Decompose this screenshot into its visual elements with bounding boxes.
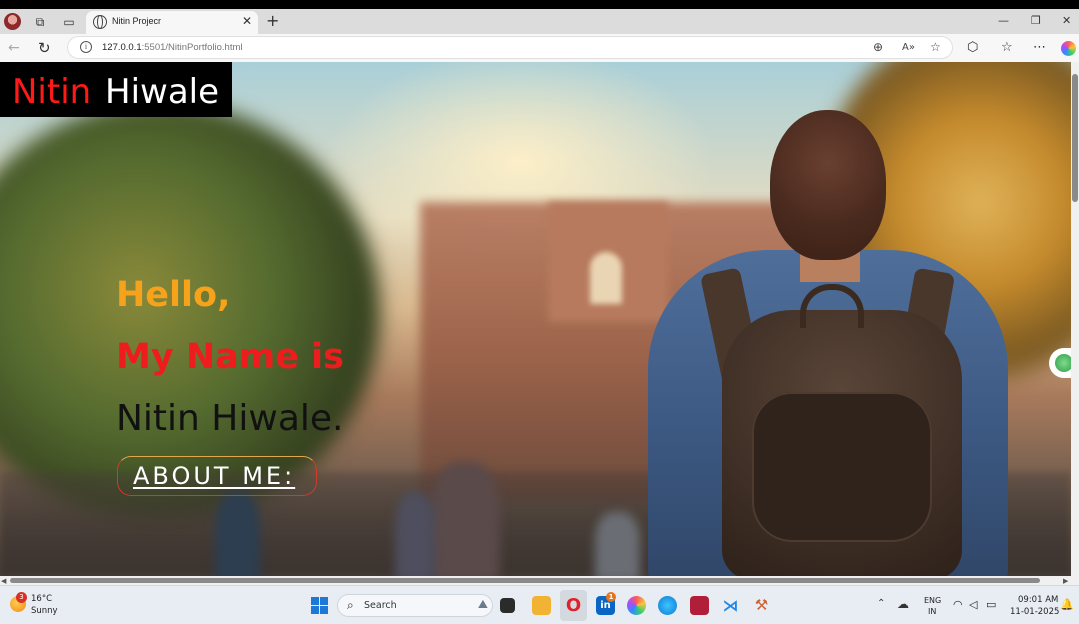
- windows-start-icon[interactable]: [311, 597, 328, 614]
- hero-full-name: Nitin Hiwale.: [116, 398, 344, 439]
- about-me-button[interactable]: ABOUT ME:: [117, 456, 317, 496]
- background-person: [595, 512, 640, 576]
- task-view-icon[interactable]: [500, 598, 515, 613]
- favorite-icon[interactable]: ☆: [930, 40, 941, 54]
- tab-close-icon[interactable]: ✕: [242, 14, 252, 28]
- taskbar: 3 16°C Sunny ⌕ Search ⛰ O in 1 ⋊ ⚒ ⌃ ☁ E…: [0, 585, 1079, 624]
- weather-badge: 3: [16, 592, 27, 603]
- info-icon[interactable]: i: [80, 41, 92, 53]
- tab-title: Nitin Projecr: [112, 16, 162, 26]
- close-window-button[interactable]: ✕: [1062, 14, 1071, 27]
- browser-toolbar: ← ↻ i 127.0.0.1:5501/NitinPortfolio.html…: [0, 34, 1079, 62]
- background-person: [395, 492, 435, 576]
- logo-last-name: Hiwale: [105, 72, 220, 112]
- clock-date[interactable]: 11-01-2025: [1010, 607, 1059, 617]
- weather-condition: Sunny: [31, 606, 58, 616]
- search-icon: ⌕: [347, 598, 354, 612]
- hero-greeting: Hello,: [116, 275, 231, 315]
- site-logo[interactable]: Nitin Hiwale: [0, 62, 232, 117]
- language-indicator[interactable]: ENG: [924, 596, 941, 605]
- scroll-left-arrow-icon[interactable]: ◀: [1, 577, 6, 585]
- refresh-icon[interactable]: ↻: [38, 39, 51, 57]
- backpack-pocket: [752, 392, 932, 542]
- background-person: [215, 492, 260, 576]
- hero-name-intro: My Name is: [116, 337, 344, 377]
- zoom-icon[interactable]: ⊕: [873, 40, 883, 54]
- taskbar-search[interactable]: ⌕ Search ⛰: [337, 594, 493, 617]
- web-page: Nitin Hiwale Hello, My Name is Nitin Hiw…: [0, 62, 1071, 576]
- tower-window: [590, 252, 622, 304]
- clock-time[interactable]: 09:01 AM: [1018, 595, 1058, 605]
- minimize-button[interactable]: —: [998, 14, 1009, 27]
- vscode-icon[interactable]: ⋊: [721, 596, 740, 615]
- onedrive-icon[interactable]: ☁: [897, 597, 909, 611]
- url-text[interactable]: 127.0.0.1:5501/NitinPortfolio.html: [102, 42, 242, 53]
- vertical-scrollbar[interactable]: [1071, 62, 1079, 576]
- wifi-icon[interactable]: ◠: [953, 598, 963, 611]
- linkedin-badge: 1: [606, 592, 616, 602]
- tab-strip: ⧉ ▭ Nitin Projecr ✕ + — ❐ ✕: [0, 9, 1079, 34]
- vertical-scroll-thumb[interactable]: [1072, 74, 1078, 202]
- extensions-icon[interactable]: ⬡: [967, 40, 978, 55]
- chevron-up-icon[interactable]: ⌃: [877, 598, 885, 609]
- region-indicator: IN: [928, 607, 937, 616]
- address-bar[interactable]: i 127.0.0.1:5501/NitinPortfolio.html ⊕ A…: [67, 36, 953, 59]
- url-host: 127.0.0.1: [102, 42, 142, 53]
- tab-actions-icon[interactable]: ▭: [61, 14, 77, 30]
- volume-icon[interactable]: ◁: [969, 598, 977, 611]
- opera-icon[interactable]: O: [564, 596, 583, 615]
- search-highlight-icon: ⛰: [477, 597, 488, 611]
- app-tool-icon[interactable]: ⚒: [752, 596, 771, 615]
- screen: ⧉ ▭ Nitin Projecr ✕ + — ❐ ✕ ← ↻ i 127.0.…: [0, 0, 1079, 624]
- copilot-icon[interactable]: [1061, 41, 1076, 56]
- background-person: [430, 462, 500, 576]
- back-icon[interactable]: ←: [8, 40, 20, 56]
- logo-first-name: Nitin: [12, 72, 92, 112]
- ide-icon[interactable]: [690, 596, 709, 615]
- favorites-icon[interactable]: ☆: [1001, 40, 1013, 55]
- url-path: :5501/NitinPortfolio.html: [141, 42, 243, 53]
- search-label: Search: [364, 600, 397, 611]
- about-me-label: ABOUT ME:: [133, 462, 296, 490]
- globe-icon: [93, 15, 107, 29]
- new-tab-button[interactable]: +: [266, 11, 279, 30]
- horizontal-scroll-thumb[interactable]: [10, 578, 1040, 583]
- battery-icon[interactable]: ▭: [986, 598, 996, 611]
- horizontal-scrollbar[interactable]: ◀ ▶: [0, 576, 1079, 585]
- scroll-right-arrow-icon[interactable]: ▶: [1063, 577, 1068, 585]
- notification-icon[interactable]: 🔔: [1060, 598, 1074, 611]
- more-icon[interactable]: ⋯: [1033, 40, 1046, 55]
- restore-button[interactable]: ❐: [1031, 14, 1041, 27]
- student-head: [770, 110, 886, 260]
- copilot-app-icon[interactable]: [627, 596, 646, 615]
- workspaces-icon[interactable]: ⧉: [32, 14, 48, 30]
- file-explorer-icon[interactable]: [532, 596, 551, 615]
- tab-active[interactable]: Nitin Projecr ✕: [86, 11, 258, 34]
- edge-icon[interactable]: [658, 596, 677, 615]
- weather-temperature: 16°C: [31, 594, 53, 604]
- profile-avatar[interactable]: [4, 13, 21, 30]
- read-aloud-icon[interactable]: A»: [902, 42, 915, 53]
